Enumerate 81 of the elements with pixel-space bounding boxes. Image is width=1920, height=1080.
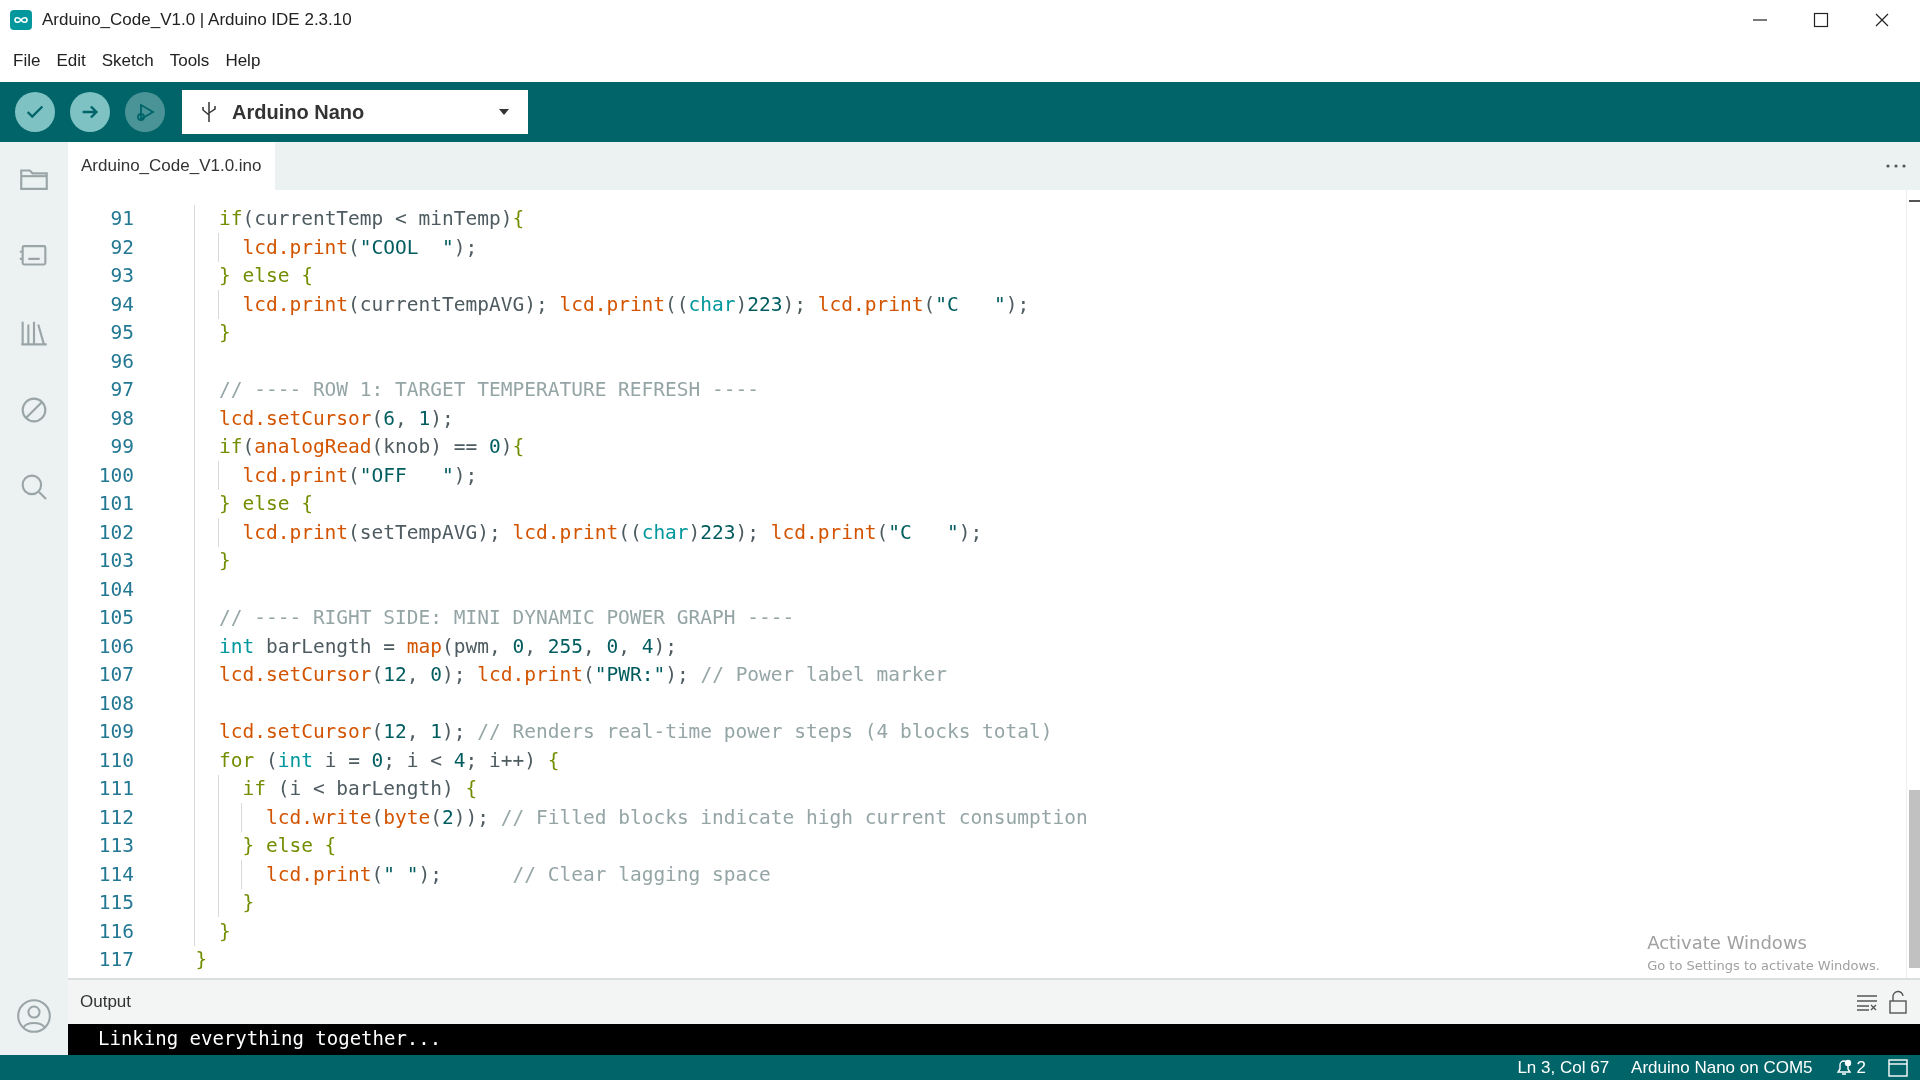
editor-tab[interactable]: Arduino_Code_V1.0.ino	[68, 142, 275, 190]
code-line: if(analogRead(knob) == 0){	[217, 437, 525, 457]
line-number: 102	[97, 522, 134, 543]
line-number: 105	[97, 608, 134, 628]
menu-item[interactable]: Sketch	[94, 48, 161, 74]
line-number: 114	[97, 864, 134, 885]
menu-item[interactable]: File	[6, 48, 48, 74]
line-number: 103	[97, 551, 134, 571]
activation-hint: Go to Settings to activate Windows.	[1647, 957, 1880, 975]
code-line: } else {	[217, 494, 313, 514]
line-number: 96	[109, 351, 134, 372]
line-number: 93	[109, 266, 134, 286]
close-icon[interactable]	[1874, 12, 1890, 28]
menu-item[interactable]: Edit	[49, 48, 93, 74]
output-title: Output	[80, 991, 132, 1014]
line-number: 109	[97, 722, 134, 742]
line-number: 100	[97, 465, 134, 486]
code-line: lcd.setCursor(6, 1);	[217, 408, 454, 429]
line-number: 104	[97, 579, 134, 600]
code-line: lcd.print(setTempAVG); lcd.print((char)223); lcd.print("C ");	[241, 522, 983, 543]
maximize-icon[interactable]	[1813, 12, 1829, 28]
app-logo-icon	[10, 10, 32, 30]
bell-icon[interactable]	[1834, 1058, 1853, 1077]
code-line: }	[217, 323, 231, 343]
board-selector[interactable]: Arduino Nano	[182, 90, 528, 134]
toolbar-button[interactable]	[70, 92, 110, 132]
caret-icon	[498, 108, 510, 116]
code-line: lcd.setCursor(12, 0); lcd.print("PWR:"); // Power label marker	[217, 665, 947, 685]
line-number: 115	[97, 893, 134, 913]
code-line: lcd.print(currentTempAVG); lcd.print((char)223); lcd.print("C ");	[241, 294, 1030, 315]
scrollbar[interactable]	[1906, 189, 1920, 978]
code-line: }	[194, 950, 208, 970]
more-icon[interactable]	[1886, 164, 1906, 168]
code-line: if (i < barLength) {	[241, 779, 478, 799]
code-line: for (int i = 0; i < 4; i++) {	[217, 750, 560, 771]
window-title: Arduino_Code_V1.0 | Arduino IDE 2.3.10	[42, 9, 352, 32]
code-line: int barLength = map(pwm, 0, 255, 0, 4);	[217, 636, 677, 657]
clear-output-icon[interactable]	[1856, 992, 1878, 1012]
lock-icon[interactable]	[1888, 990, 1908, 1014]
line-number: 111	[97, 779, 134, 799]
code-line: } else {	[241, 836, 337, 856]
notification-count: 2	[1856, 1056, 1866, 1079]
line-number: 113	[97, 836, 134, 856]
code-line: lcd.write(byte(2)); // Filled blocks indicate high current consumption	[264, 807, 1088, 828]
code-line: lcd.print("COOL ");	[241, 237, 478, 258]
code-line: }	[217, 921, 231, 942]
line-number: 92	[109, 237, 134, 258]
line-number: 95	[109, 323, 134, 343]
menu-item[interactable]: Help	[218, 48, 268, 74]
line-number: 110	[97, 750, 134, 771]
code-line: if(currentTemp < minTemp){	[217, 209, 525, 229]
toolbar-button[interactable]	[15, 92, 55, 132]
menu-item[interactable]: Tools	[162, 48, 217, 74]
board-name: Arduino Nano	[232, 100, 365, 125]
board-port[interactable]: Arduino Nano on COM5	[1631, 1054, 1813, 1080]
line-number: 116	[97, 921, 134, 942]
line-number: 106	[97, 636, 134, 657]
code-line: // ---- ROW 1: TARGET TEMPERATURE REFRESH ----	[217, 380, 759, 400]
code-line: lcd.print("OFF ");	[241, 465, 478, 486]
code-line: }	[217, 551, 231, 571]
line-number: 101	[97, 494, 134, 514]
line-number: 117	[97, 950, 134, 970]
activation-title: Activate Windows	[1647, 931, 1808, 955]
panel-icon[interactable]	[1888, 1058, 1908, 1077]
code-line: }	[241, 893, 255, 913]
line-number: 107	[97, 665, 134, 685]
output-line: Linking everything together...	[98, 1026, 443, 1052]
line-number: 112	[97, 807, 134, 828]
line-number: 94	[109, 294, 134, 315]
code-line: } else {	[217, 266, 313, 286]
account-icon[interactable]	[15, 997, 53, 1035]
code-line: // ---- RIGHT SIDE: MINI DYNAMIC POWER GRAPH ----	[217, 608, 795, 628]
line-number: 91	[109, 209, 134, 229]
line-number: 108	[97, 693, 134, 714]
usb-icon	[200, 101, 218, 123]
line-number: 98	[109, 408, 134, 429]
line-number: 99	[109, 437, 134, 457]
line-number: 97	[109, 380, 134, 400]
code-line: lcd.setCursor(12, 1); // Renders real-time power steps (4 blocks total)	[217, 722, 1053, 742]
code-line: lcd.print(" "); // Clear lagging space	[264, 864, 771, 885]
cursor-position[interactable]: Ln 3, Col 67	[1517, 1054, 1610, 1080]
